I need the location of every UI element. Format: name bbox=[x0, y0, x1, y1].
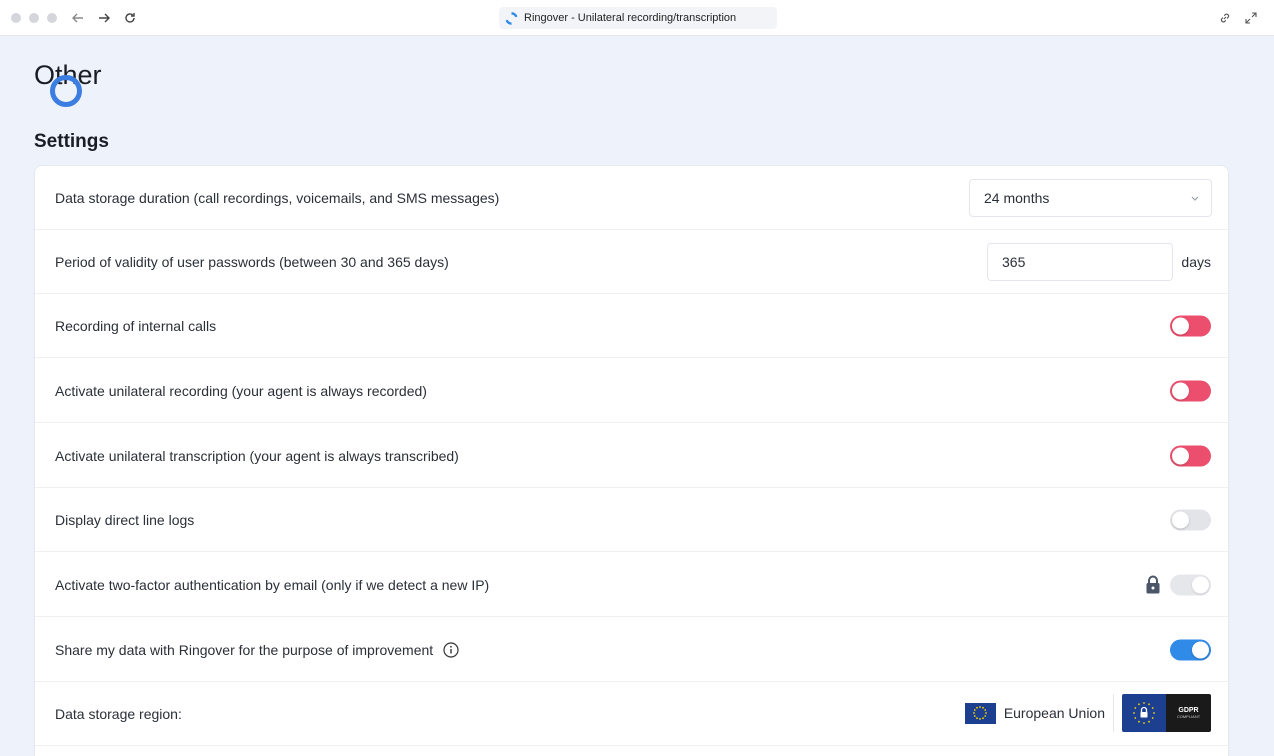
window-maximize-dot[interactable] bbox=[47, 13, 57, 23]
browser-titlebar: Ringover - Unilateral recording/transcri… bbox=[0, 0, 1274, 36]
gdpr-subtitle: COMPLIANT bbox=[1176, 713, 1201, 719]
unilateral-recording-toggle[interactable] bbox=[1170, 380, 1211, 401]
toggle-knob bbox=[1172, 382, 1189, 399]
tab-title: Ringover - Unilateral recording/transcri… bbox=[524, 12, 737, 24]
two-factor-toggle[interactable] bbox=[1170, 574, 1211, 595]
setting-label: Period of validity of user passwords (be… bbox=[55, 253, 449, 270]
gdpr-badge: GDPR COMPLIANT bbox=[1122, 694, 1211, 732]
select-value: 24 months bbox=[984, 190, 1050, 206]
setting-row-storage-region: Data storage region: European Union GDPR… bbox=[35, 682, 1230, 746]
setting-row-share-data: Share my data with Ringover for the purp… bbox=[35, 618, 1230, 682]
window-minimize-dot[interactable] bbox=[29, 13, 39, 23]
chevron-down-icon bbox=[1191, 196, 1199, 201]
reload-icon[interactable] bbox=[120, 8, 140, 28]
toggle-knob bbox=[1192, 576, 1209, 593]
info-icon[interactable] bbox=[443, 641, 459, 658]
storage-region-display: European Union GDPR COMPLIANT bbox=[964, 694, 1211, 732]
setting-label: Data storage duration (call recordings, … bbox=[55, 189, 500, 206]
setting-row-storage-duration: Data storage duration (call recordings, … bbox=[35, 166, 1230, 230]
forward-arrow-icon[interactable] bbox=[94, 8, 114, 28]
setting-label: Data storage region: bbox=[55, 705, 182, 722]
browser-tab[interactable]: Ringover - Unilateral recording/transcri… bbox=[499, 7, 777, 29]
gdpr-text: GDPR COMPLIANT bbox=[1166, 694, 1211, 732]
setting-row-unilateral-transcription: Activate unilateral transcription (your … bbox=[35, 424, 1230, 488]
setting-label: Activate unilateral transcription (your … bbox=[55, 447, 459, 464]
unit-label: days bbox=[1181, 253, 1211, 270]
setting-label: Activate unilateral recording (your agen… bbox=[55, 382, 427, 399]
storage-duration-select[interactable]: 24 months bbox=[969, 179, 1212, 217]
direct-line-logs-toggle[interactable] bbox=[1170, 509, 1211, 530]
setting-row-two-factor: Activate two-factor authentication by em… bbox=[35, 553, 1230, 617]
region-name: European Union bbox=[1003, 705, 1105, 721]
setting-row-unilateral-recording: Activate unilateral recording (your agen… bbox=[35, 359, 1230, 423]
share-data-toggle[interactable] bbox=[1170, 639, 1211, 660]
ringover-logo-icon bbox=[505, 11, 518, 25]
section-title: Settings bbox=[34, 131, 109, 152]
setting-label-wrap: Share my data with Ringover for the purp… bbox=[55, 642, 459, 658]
setting-row-password-validity: Period of validity of user passwords (be… bbox=[35, 230, 1230, 294]
gdpr-lock-icon bbox=[1122, 694, 1166, 732]
settings-card: Data storage duration (call recordings, … bbox=[34, 165, 1230, 756]
divider bbox=[1113, 694, 1114, 732]
toggle-knob bbox=[1172, 317, 1189, 334]
toggle-knob bbox=[1192, 641, 1209, 658]
setting-row-direct-line-logs: Display direct line logs bbox=[35, 488, 1230, 552]
toggle-knob bbox=[1172, 447, 1189, 464]
lock-icon bbox=[1146, 575, 1160, 593]
setting-row-internal-calls: Recording of internal calls bbox=[35, 294, 1230, 358]
eu-flag-icon bbox=[964, 702, 996, 724]
setting-label: Activate two-factor authentication by em… bbox=[55, 576, 490, 593]
setting-label: Share my data with Ringover for the purp… bbox=[55, 641, 434, 658]
expand-icon[interactable] bbox=[1243, 10, 1259, 26]
internal-calls-toggle[interactable] bbox=[1170, 315, 1211, 336]
link-icon[interactable] bbox=[1217, 10, 1233, 26]
toggle-knob bbox=[1172, 511, 1189, 528]
password-validity-input[interactable] bbox=[987, 243, 1173, 281]
window-close-dot[interactable] bbox=[11, 13, 21, 23]
unilateral-transcription-toggle[interactable] bbox=[1170, 445, 1211, 466]
setting-label: Display direct line logs bbox=[55, 511, 195, 528]
back-arrow-icon[interactable] bbox=[68, 8, 88, 28]
setting-label: Recording of internal calls bbox=[55, 317, 217, 334]
cursor-indicator bbox=[50, 75, 82, 107]
